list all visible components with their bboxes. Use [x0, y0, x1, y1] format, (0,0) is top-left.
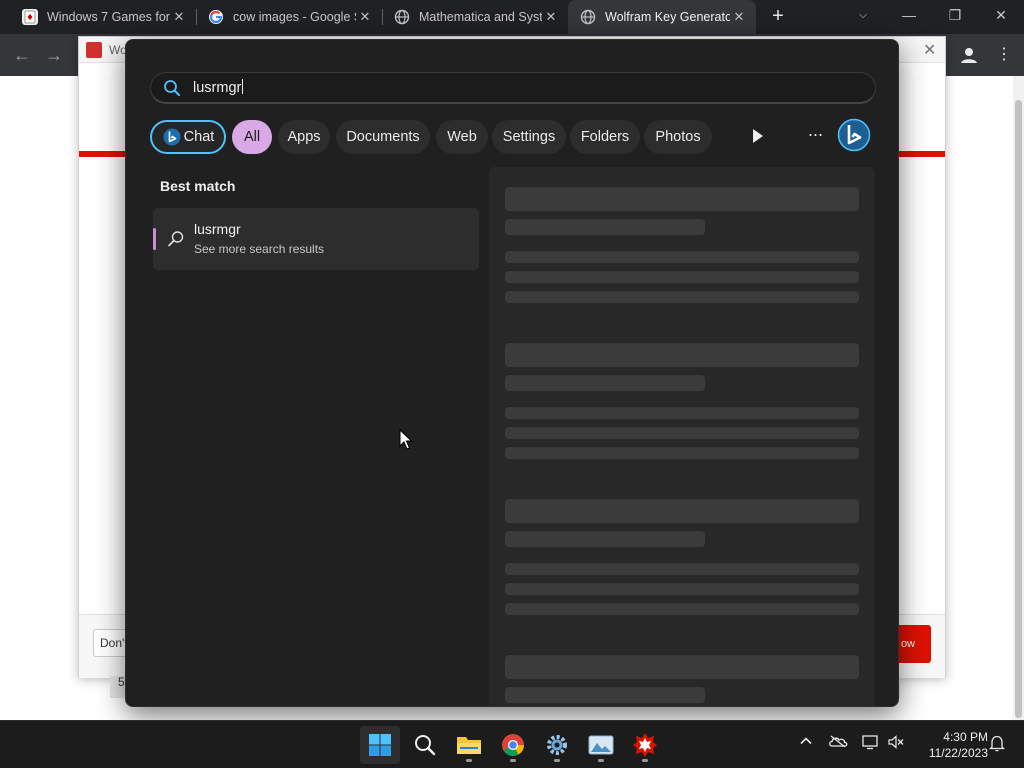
notification-bell-icon[interactable] [987, 734, 1007, 754]
chevron-up-icon[interactable] [796, 734, 816, 754]
clock-date: 11/22/2023 [928, 746, 988, 760]
filter-photos[interactable]: Photos [644, 120, 712, 154]
tab-title: cow images - Google S [233, 10, 356, 24]
running-indicator [510, 759, 516, 762]
running-indicator [466, 759, 472, 762]
skeleton-line [505, 219, 705, 235]
filter-chat[interactable]: Chat [150, 120, 226, 154]
settings-icon [547, 735, 567, 755]
filter-all[interactable]: All [232, 120, 272, 154]
skeleton-line [505, 343, 859, 367]
result-subtitle: See more search results [194, 242, 325, 256]
chrome-icon [502, 734, 524, 756]
tab-title: Mathematica and Syste [419, 10, 542, 24]
profile-avatar-icon[interactable] [958, 44, 980, 66]
globe-icon [580, 9, 596, 25]
tab-title: Windows 7 Games for [47, 10, 170, 24]
dialog-close-icon[interactable]: ✕ [923, 40, 936, 60]
filter-documents[interactable]: Documents [336, 120, 430, 154]
back-arrow-icon[interactable]: ← [10, 43, 34, 67]
skeleton-line [505, 499, 859, 523]
page-scrollbar-thumb[interactable] [1015, 100, 1022, 718]
volume-muted-icon[interactable] [886, 734, 906, 754]
skeleton-line [505, 603, 859, 615]
skeleton-line [505, 447, 859, 459]
minimize-button[interactable]: — [886, 0, 932, 34]
browser-tab-windows-games[interactable]: Windows 7 Games for ✕ [10, 0, 196, 34]
new-tab-plus-icon[interactable]: + [766, 5, 790, 29]
browser-tab-strip: Windows 7 Games for ✕ cow images - Googl… [0, 0, 1024, 34]
skeleton-line [505, 563, 859, 575]
search-query-value: lusrmgr [193, 80, 242, 96]
restore-button[interactable]: ❐ [932, 0, 978, 34]
browser-menu-kebab-icon[interactable]: ⋮ [996, 44, 1012, 66]
tab-title: Wolfram Key Generato [605, 10, 730, 24]
close-tab-icon[interactable]: ✕ [170, 9, 188, 25]
selection-accent [153, 228, 156, 250]
file-explorer-icon [457, 737, 481, 754]
skeleton-line [505, 655, 859, 679]
skeleton-line [505, 187, 859, 211]
taskbar-search-button[interactable] [405, 726, 445, 764]
start-icon [369, 734, 391, 756]
skeleton-line [505, 407, 859, 419]
google-icon [208, 9, 224, 25]
bing-chat-icon [163, 128, 181, 146]
search-result-icon [168, 231, 184, 247]
skeleton-line [505, 375, 705, 391]
play-icon[interactable] [750, 127, 766, 145]
skeleton-line [505, 427, 859, 439]
preview-pane-loading [489, 167, 875, 706]
running-indicator [554, 759, 560, 762]
running-indicator [642, 759, 648, 762]
search-query-text[interactable]: lusrmgr [193, 79, 244, 96]
tab-search-chevron-icon[interactable]: ⌵ [840, 0, 886, 34]
globe-icon [394, 9, 410, 25]
windows-search-flyout: lusrmgr Chat All Apps Documents Web Sett… [125, 39, 899, 707]
close-tab-icon[interactable]: ✕ [542, 9, 560, 25]
search-icon [415, 735, 436, 756]
bing-icon[interactable] [837, 118, 871, 152]
text-caret [242, 79, 244, 94]
result-title: lusrmgr [194, 221, 241, 237]
browser-tab-mathematica[interactable]: Mathematica and Syste ✕ [382, 0, 568, 34]
network-icon[interactable] [860, 734, 880, 754]
solitaire-icon [22, 9, 38, 25]
forward-arrow-icon[interactable]: → [42, 43, 66, 67]
wolfram-mathematica-icon [633, 733, 657, 757]
best-match-heading: Best match [160, 178, 236, 194]
search-icon [164, 80, 180, 96]
more-options-icon[interactable]: ··· [802, 122, 828, 150]
running-indicator [598, 759, 604, 762]
close-window-button[interactable]: ✕ [978, 0, 1024, 34]
skeleton-line [505, 251, 859, 263]
close-tab-icon[interactable]: ✕ [356, 9, 374, 25]
wolfram-favicon-icon [86, 42, 102, 58]
search-input[interactable]: lusrmgr [150, 72, 876, 104]
browser-tab-cow-images[interactable]: cow images - Google S ✕ [196, 0, 382, 34]
close-tab-icon[interactable]: ✕ [730, 9, 748, 25]
filter-settings[interactable]: Settings [492, 120, 566, 154]
start-button[interactable] [360, 726, 400, 764]
skeleton-line [505, 583, 859, 595]
clock-time: 4:30 PM [943, 730, 988, 744]
skeleton-line [505, 531, 705, 547]
filter-folders[interactable]: Folders [570, 120, 640, 154]
taskbar-clock[interactable]: 4:30 PM 11/22/2023 [912, 729, 988, 761]
filter-web[interactable]: Web [436, 120, 488, 154]
skeleton-line [505, 271, 859, 283]
mouse-pointer-icon [399, 429, 413, 450]
skeleton-line [505, 687, 705, 703]
photos-app-icon [588, 735, 614, 755]
filter-chat-label: Chat [183, 129, 215, 145]
filter-apps[interactable]: Apps [278, 120, 330, 154]
skeleton-line [505, 291, 859, 303]
onedrive-icon[interactable] [828, 734, 848, 754]
browser-tab-wolfram-key[interactable]: Wolfram Key Generato ✕ [568, 0, 756, 34]
best-match-result[interactable]: lusrmgr See more search results [153, 208, 479, 270]
